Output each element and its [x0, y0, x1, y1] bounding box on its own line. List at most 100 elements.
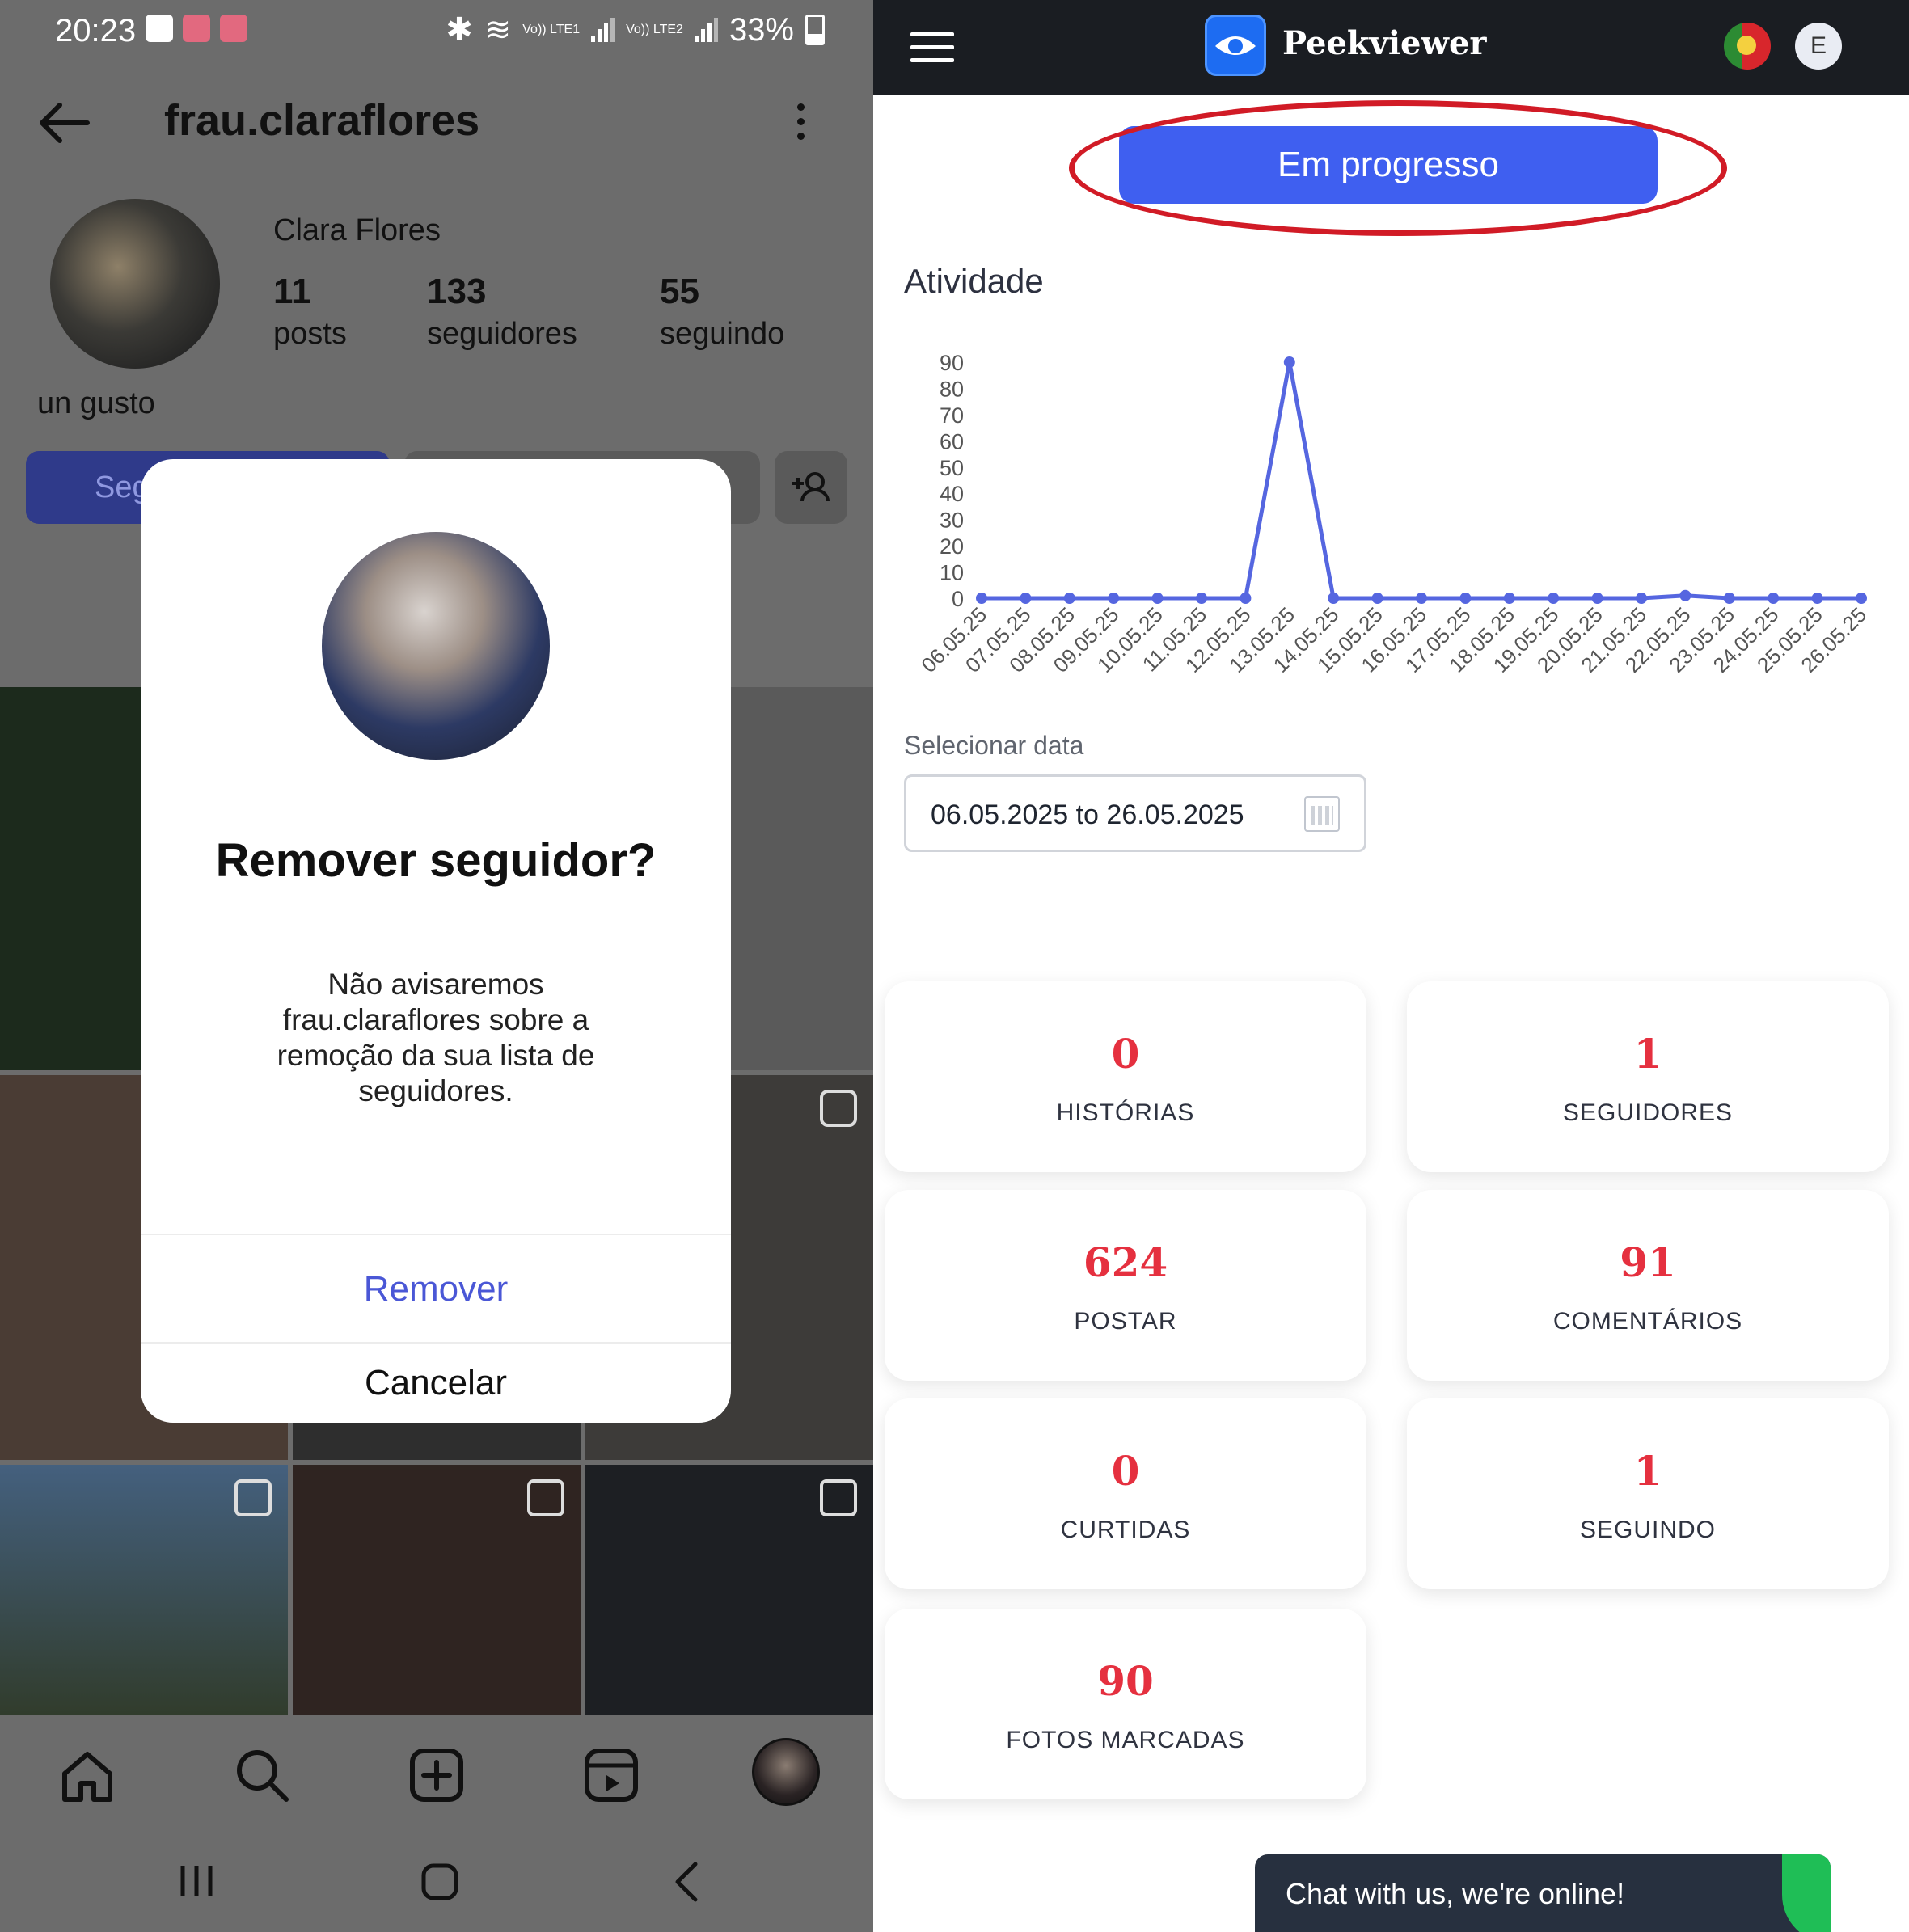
logo-eye-icon[interactable]	[1205, 15, 1266, 76]
data-point[interactable]	[1548, 593, 1560, 604]
y-tick-label: 30	[940, 508, 964, 533]
data-point[interactable]	[1108, 593, 1120, 604]
profile-avatar[interactable]	[50, 199, 220, 369]
stat-card-value: 0	[1111, 1447, 1140, 1495]
home-button-icon[interactable]	[420, 1862, 459, 1901]
post-thumbnail[interactable]	[585, 1465, 873, 1715]
add-user-button[interactable]	[775, 451, 847, 524]
data-point[interactable]	[976, 593, 987, 604]
dialog-avatar	[322, 532, 550, 760]
status-time: 20:23	[55, 13, 137, 49]
profile-tab-avatar[interactable]	[752, 1738, 820, 1806]
highlight-annotation	[1069, 100, 1727, 236]
stat-card-comments: 91 COMENTÁRIOS	[1407, 1190, 1889, 1381]
date-range-input[interactable]: 06.05.2025 to 26.05.2025	[904, 774, 1366, 852]
data-point[interactable]	[1591, 593, 1603, 604]
language-flag-icon[interactable]	[1724, 23, 1771, 70]
y-tick-label: 10	[940, 561, 964, 585]
data-point[interactable]	[1371, 593, 1383, 604]
data-point[interactable]	[1723, 593, 1735, 604]
gallery-icon	[146, 15, 173, 42]
cancel-button[interactable]: Cancelar	[141, 1344, 731, 1423]
stat-value: 133	[427, 272, 487, 311]
notification-icons	[146, 15, 247, 42]
instagram-pane: 20:23 ✱ ≋ Vo)) LTE1 Vo)) LTE2 33% frau.c…	[0, 0, 873, 1932]
sim1-label: Vo)) LTE1	[522, 23, 581, 36]
search-icon[interactable]	[230, 1743, 294, 1808]
back-button-icon[interactable]	[671, 1861, 703, 1903]
profile-bio: un gusto	[37, 386, 155, 420]
stat-card-value: 90	[1097, 1657, 1154, 1705]
chat-widget[interactable]: Chat with us, we're online!	[1255, 1854, 1831, 1932]
battery-icon	[805, 15, 825, 45]
online-indicator	[1782, 1854, 1831, 1932]
data-point[interactable]	[1679, 589, 1691, 601]
status-bar: 20:23 ✱ ≋ Vo)) LTE1 Vo)) LTE2 33%	[0, 0, 873, 65]
chat-widget-text: Chat with us, we're online!	[1286, 1877, 1625, 1910]
stat-card-label: HISTÓRIAS	[1056, 1099, 1195, 1126]
stat-card-followers: 1 SEGUIDORES	[1407, 981, 1889, 1172]
post-thumbnail[interactable]	[293, 1465, 581, 1715]
stat-card-label: FOTOS MARCADAS	[1006, 1727, 1245, 1753]
data-point[interactable]	[1240, 593, 1252, 604]
y-tick-label: 0	[952, 587, 964, 611]
stat-following[interactable]: 55 seguindo	[660, 272, 784, 352]
stat-label: posts	[273, 317, 347, 351]
brand-name[interactable]: Peekviewer	[1282, 24, 1486, 62]
y-tick-label: 50	[940, 456, 964, 480]
y-tick-label: 20	[940, 534, 964, 559]
more-options-icon[interactable]	[791, 100, 810, 146]
reels-icon[interactable]	[579, 1743, 644, 1808]
app-header: Peekviewer E	[873, 0, 1909, 95]
bottom-navigation	[0, 1717, 873, 1830]
wifi-icon: ≋	[484, 12, 512, 48]
stat-card-likes: 0 CURTIDAS	[885, 1398, 1366, 1589]
signal2-icon	[694, 18, 718, 42]
data-point[interactable]	[1283, 356, 1295, 368]
data-point[interactable]	[1768, 593, 1780, 604]
activity-line	[982, 360, 1861, 601]
remove-button[interactable]: Remover	[141, 1235, 731, 1344]
data-point[interactable]	[1856, 593, 1867, 604]
home-icon[interactable]	[55, 1743, 120, 1808]
activity-chart: 0102030405060708090 06.05.2507.05.2508.0…	[916, 351, 1871, 677]
stat-card-label: SEGUINDO	[1579, 1516, 1717, 1543]
data-point[interactable]	[1063, 593, 1075, 604]
carousel-icon	[234, 1479, 272, 1516]
stat-card-label: SEGUIDORES	[1562, 1099, 1734, 1126]
stat-label: seguidores	[427, 317, 577, 351]
gift-icon	[183, 15, 210, 42]
data-point[interactable]	[1328, 593, 1340, 604]
stat-posts[interactable]: 11 posts	[273, 272, 347, 352]
bluetooth-icon: ✱	[446, 12, 473, 48]
stat-card-posts: 624 POSTAR	[885, 1190, 1366, 1381]
user-menu-button[interactable]: E	[1795, 23, 1842, 70]
create-icon[interactable]	[404, 1743, 469, 1808]
stat-followers[interactable]: 133 seguidores	[427, 272, 577, 352]
stat-card-value: 624	[1083, 1238, 1168, 1286]
menu-icon[interactable]	[910, 32, 954, 63]
stat-value: 11	[273, 272, 311, 311]
data-point[interactable]	[1151, 593, 1164, 604]
data-point[interactable]	[1196, 593, 1207, 604]
profile-full-name: Clara Flores	[273, 213, 441, 247]
y-tick-label: 40	[940, 482, 964, 506]
data-point[interactable]	[1459, 593, 1472, 604]
peekviewer-pane: Peekviewer E Em progresso Atividade 0 10 2…	[873, 0, 1909, 1932]
remove-follower-dialog: Remover seguidor? Não avisaremos frau.cl…	[141, 459, 731, 1423]
post-thumbnail[interactable]	[0, 1465, 288, 1715]
data-point[interactable]	[1811, 593, 1823, 604]
recent-apps-icon[interactable]	[178, 1862, 215, 1900]
back-arrow-icon[interactable]	[36, 99, 92, 147]
data-point[interactable]	[1020, 593, 1032, 604]
stat-card-value: 1	[1633, 1447, 1662, 1495]
data-point[interactable]	[1503, 593, 1515, 604]
data-point[interactable]	[1416, 593, 1427, 604]
battery-percent: 33%	[729, 11, 794, 48]
calendar-icon[interactable]	[1304, 796, 1340, 832]
date-range-value: 06.05.2025 to 26.05.2025	[931, 799, 1244, 830]
dialog-title: Remover seguidor?	[215, 834, 657, 887]
activity-title: Atividade	[904, 262, 1044, 300]
data-point[interactable]	[1636, 593, 1647, 604]
stat-label: seguindo	[660, 317, 785, 351]
